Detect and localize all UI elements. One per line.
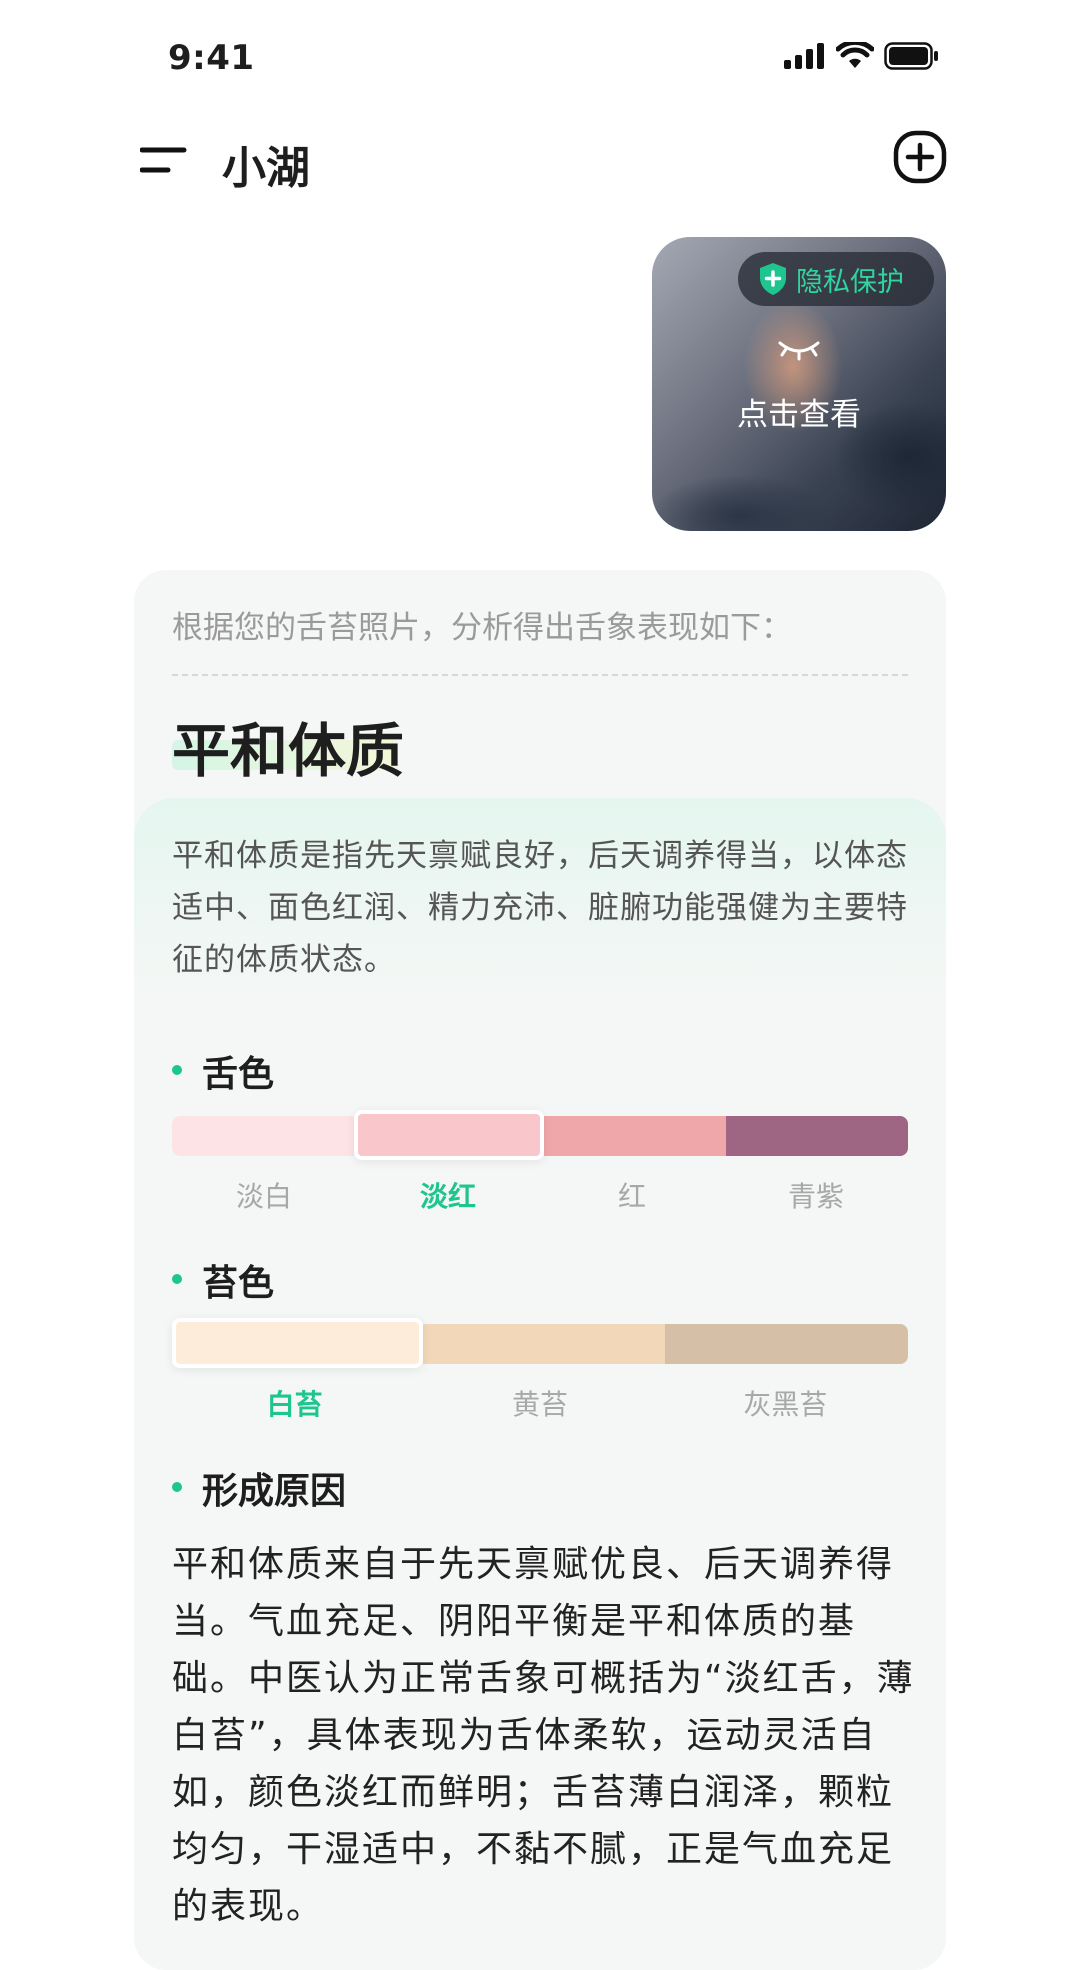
privacy-badge: 隐私保护 — [738, 252, 934, 306]
tongue-color-label: 淡红 — [419, 1180, 476, 1213]
tongue-color-title: 舌色 — [172, 1045, 274, 1097]
tongue-color-label: 青紫 — [787, 1180, 844, 1213]
constitution-description: 平和体质是指先天禀赋良好，后天调养得当，以体态适中、面色红润、精力充沛、脏腑功能… — [172, 838, 908, 978]
cause-title: 形成原因 — [172, 1462, 346, 1514]
tongue-color-segment-2 — [544, 1116, 726, 1156]
tongue-color-segment-3 — [726, 1116, 908, 1156]
privacy-label: 隐私保护 — [796, 266, 904, 298]
status-bar: 9:41 — [0, 0, 1080, 110]
tongue-photo-card[interactable]: 隐私保护 点击查看 — [652, 237, 946, 531]
add-icon[interactable] — [893, 130, 947, 184]
cause-text: 平和体质来自于先天禀赋优良、后天调养得当。气血充足、阴阳平衡是平和体质的基础。中… — [172, 1544, 915, 1927]
tongue-color-label: 淡白 — [235, 1180, 292, 1213]
coating-color-title: 苔色 — [172, 1254, 274, 1306]
coating-color-scale — [172, 1318, 909, 1368]
view-photo-button[interactable]: 点击查看 — [652, 389, 946, 434]
coating-color-label: 黄苔 — [511, 1388, 568, 1421]
constitution-title: 平和体质 — [172, 717, 405, 785]
tongue-color-scale — [172, 1110, 908, 1160]
coating-color-label: 灰黑苔 — [743, 1388, 828, 1421]
tongue-color-label: 红 — [617, 1180, 646, 1213]
wifi-icon — [836, 42, 874, 68]
dashed-divider — [172, 674, 908, 676]
status-icons — [784, 42, 940, 70]
cellular-signal-icon — [784, 43, 824, 69]
battery-icon — [884, 42, 938, 70]
analysis-intro: 根据您的舌苔照片，分析得出舌象表现如下： — [172, 610, 792, 646]
tongue-color-segment-1 — [354, 1110, 544, 1160]
chat-header: 小湖 — [0, 120, 1080, 200]
coating-color-segment-0 — [172, 1318, 423, 1368]
coating-color-segment-2 — [665, 1324, 909, 1364]
eye-closed-icon — [778, 341, 820, 361]
status-time: 9:41 — [168, 38, 255, 78]
coating-color-labels: 白苔 黄苔 灰黑苔 — [172, 1383, 908, 1423]
coating-color-label: 白苔 — [266, 1388, 323, 1421]
shield-icon — [760, 263, 786, 295]
analysis-card: 根据您的舌苔照片，分析得出舌象表现如下： 平和体质 平和体质是指先天禀赋良好，后… — [134, 570, 946, 1970]
tongue-color-segment-0 — [172, 1116, 354, 1156]
menu-icon[interactable] — [140, 140, 188, 180]
coating-color-segment-1 — [422, 1324, 666, 1364]
chat-title: 小湖 — [222, 143, 310, 194]
tongue-color-labels: 淡白 淡红 红 青紫 — [172, 1175, 908, 1215]
